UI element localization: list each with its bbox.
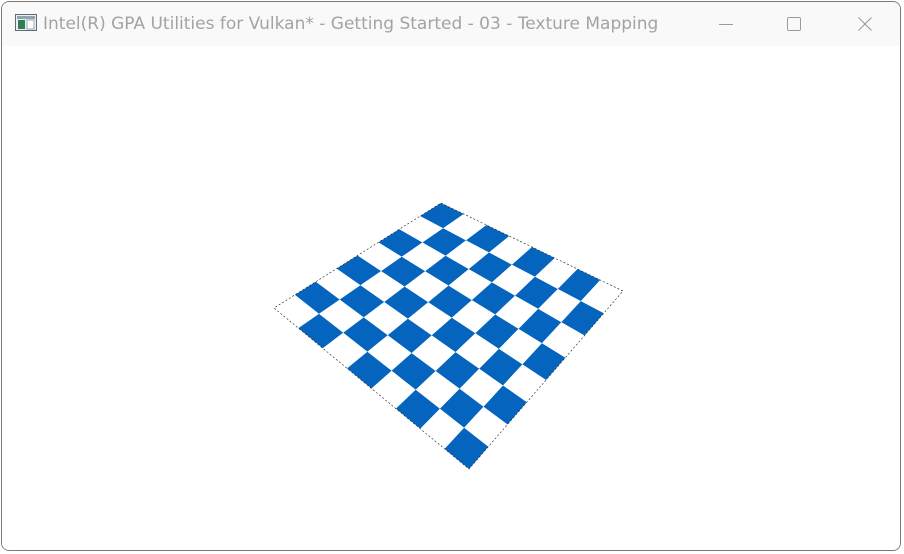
checkerboard-plane [273, 202, 624, 470]
minimize-button[interactable] [703, 2, 749, 46]
close-icon [858, 17, 872, 31]
app-window-icon [15, 14, 37, 31]
maximize-icon [787, 17, 801, 31]
title-bar[interactable]: Intel(R) GPA Utilities for Vulkan* - Get… [2, 2, 900, 46]
minimize-icon [719, 24, 733, 25]
app-window: Intel(R) GPA Utilities for Vulkan* - Get… [1, 1, 901, 551]
window-title: Intel(R) GPA Utilities for Vulkan* - Get… [43, 14, 659, 34]
render-viewport[interactable] [2, 46, 900, 550]
maximize-button[interactable] [771, 2, 817, 46]
close-button[interactable] [842, 2, 888, 46]
